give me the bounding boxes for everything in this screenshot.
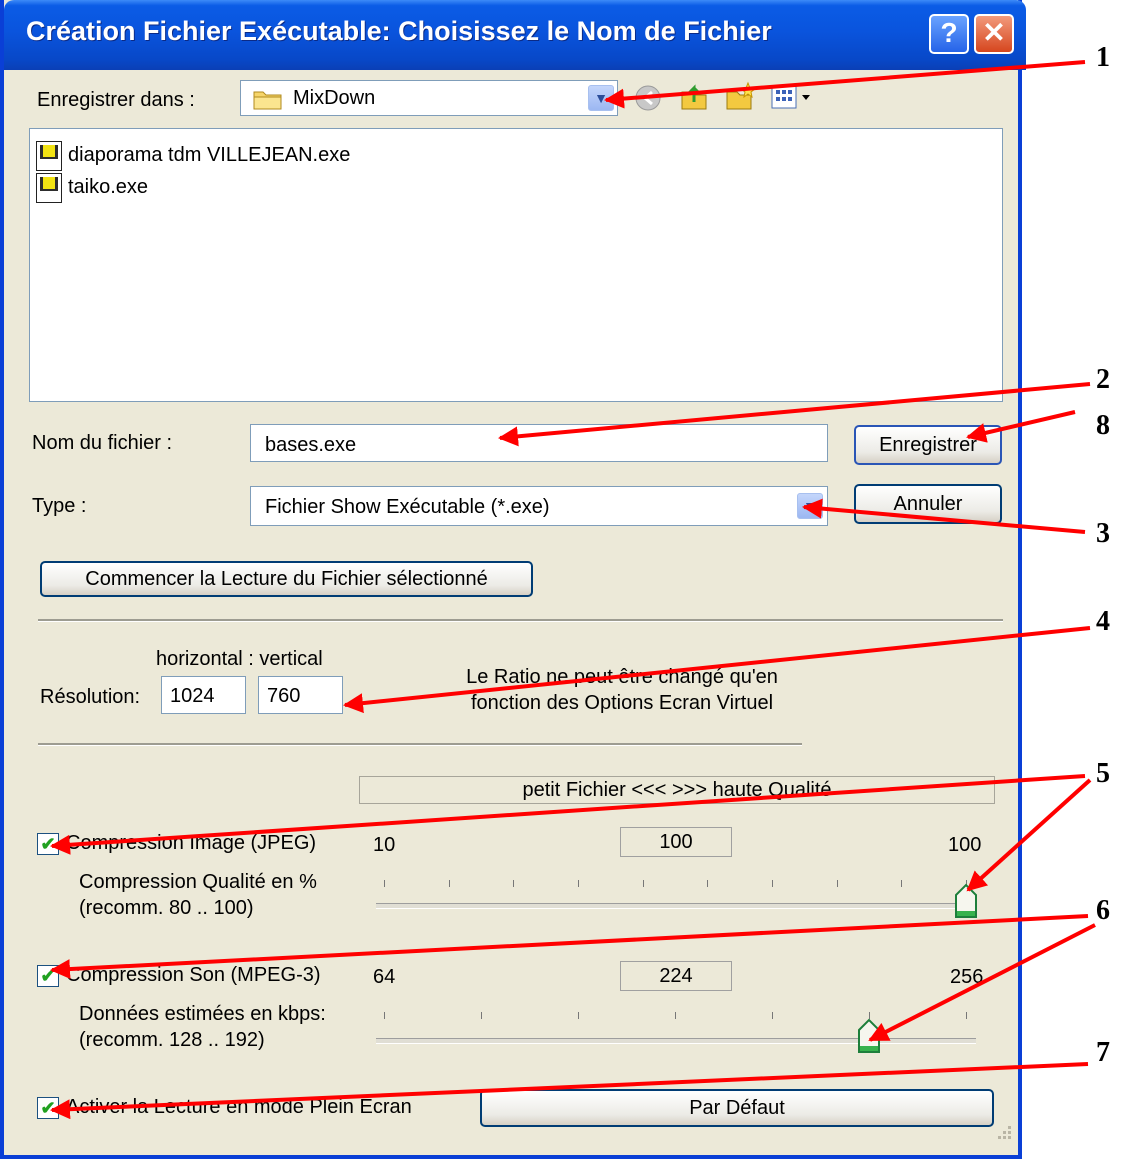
annotation-label-5: 5: [1096, 758, 1110, 789]
annotation-label-6: 6: [1096, 895, 1110, 926]
annotation-arrows: [50, 60, 1096, 1120]
annotation-arrow-4: [343, 626, 1091, 714]
annotation-arrow-7: [50, 1062, 1089, 1120]
annotation-label-1: 1: [1096, 42, 1110, 73]
annotation-label-2: 2: [1096, 364, 1110, 395]
annotation-arrow-6a: [50, 914, 1089, 980]
annotation-label-4: 4: [1096, 606, 1110, 637]
annotation-arrow-3: [802, 498, 1086, 534]
annotation-label-8: 8: [1096, 410, 1110, 441]
annotation-arrow-1: [604, 60, 1086, 109]
annotation-arrow-5b: [966, 778, 1092, 892]
annotation-label-3: 3: [1096, 518, 1110, 549]
annotation-arrow-6b: [868, 923, 1096, 1042]
annotation-arrow-8: [966, 410, 1076, 443]
annotation-arrow-5a: [50, 774, 1086, 855]
annotation-label-7: 7: [1096, 1037, 1110, 1068]
